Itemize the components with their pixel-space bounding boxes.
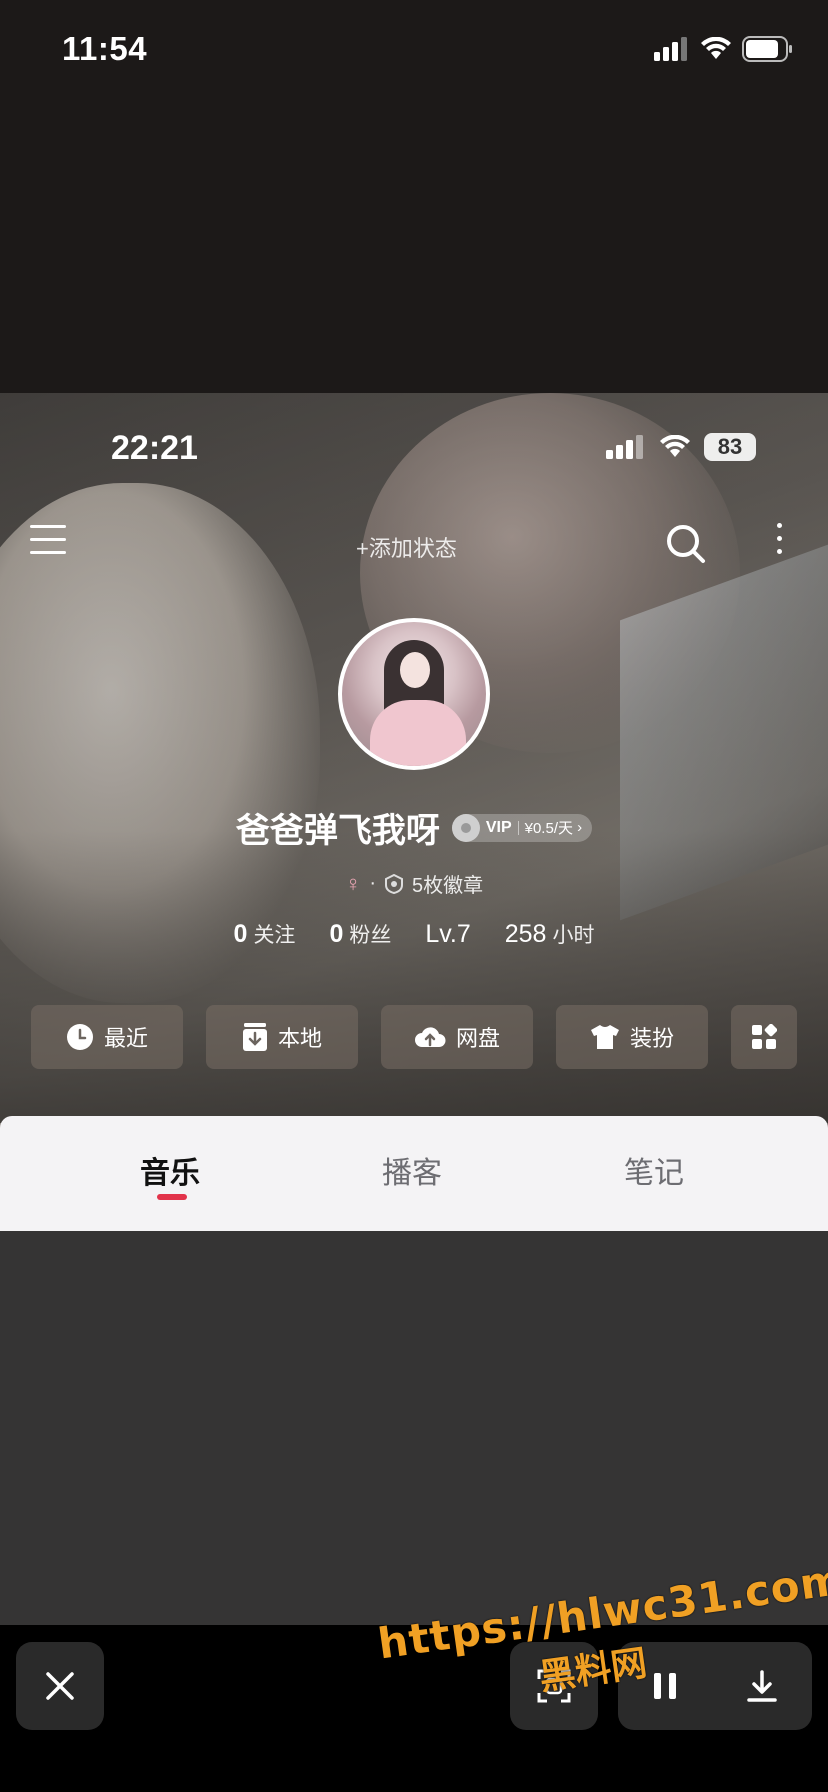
signal-icon [654, 37, 687, 61]
wifi-icon [701, 37, 731, 59]
tab-podcast[interactable]: 播客 [382, 1148, 442, 1192]
outer-clock: 11:54 [62, 30, 148, 67]
active-tab-indicator [157, 1194, 187, 1200]
quick-actions: 最近 本地 网盘 装扮 [31, 1005, 797, 1069]
search-icon[interactable] [665, 523, 707, 565]
cloud-drive-button[interactable]: 网盘 [381, 1005, 533, 1069]
outer-status-bar: 11:54 [0, 0, 828, 100]
inner-status-icons: 83 [606, 433, 756, 461]
signal-icon [606, 435, 643, 459]
stat-listen-hours[interactable]: 258 小时 [505, 919, 595, 949]
tab-notes[interactable]: 笔记 [624, 1148, 684, 1192]
recent-button[interactable]: 最近 [31, 1005, 183, 1069]
battery-indicator: 83 [704, 433, 756, 461]
chevron-right-icon: › [573, 819, 583, 836]
more-apps-button[interactable] [731, 1005, 797, 1069]
stat-level[interactable]: Lv.7 [425, 920, 470, 949]
female-icon: ♀ [344, 870, 362, 896]
dress-up-button[interactable]: 装扮 [556, 1005, 708, 1069]
avatar[interactable] [338, 618, 490, 770]
battery-icon [742, 36, 792, 62]
vip-price: ¥0.5/天 [524, 820, 573, 837]
stat-fans[interactable]: 0 粉丝 [329, 919, 391, 949]
tab-music[interactable]: 音乐 [140, 1148, 200, 1192]
tshirt-icon [590, 1025, 619, 1049]
close-button[interactable] [16, 1642, 104, 1730]
meta-separator: · [369, 872, 377, 894]
cloud-upload-icon [414, 1027, 446, 1047]
more-options-icon[interactable] [774, 523, 784, 563]
vip-badge[interactable]: VIP ¥0.5/天 › [451, 813, 593, 842]
vip-label: VIP [485, 818, 512, 836]
local-button[interactable]: 本地 [206, 1005, 358, 1069]
grid-icon [752, 1024, 777, 1049]
content-area [0, 1231, 828, 1625]
stat-following[interactable]: 0 关注 [234, 919, 296, 949]
profile-meta: ♀ · 5枚徽章 [0, 869, 828, 898]
clock-icon [66, 1024, 93, 1050]
badge-icon [385, 873, 404, 894]
menu-icon[interactable] [30, 525, 66, 555]
close-icon [46, 1672, 74, 1700]
add-status-button[interactable]: +添加状态 [356, 531, 457, 563]
download-box-icon [242, 1023, 267, 1051]
badges-link[interactable]: 5枚徽章 [412, 869, 483, 898]
inner-clock: 22:21 [111, 429, 198, 467]
username: 爸爸弹飞我呀 [235, 812, 440, 850]
download-icon[interactable] [745, 1669, 779, 1703]
stats-row: 0 关注 0 粉丝 Lv.7 258 小时 [0, 919, 828, 949]
app-screenshot: 22:21 83 +添加状态 爸爸弹飞我呀 VIP ¥0.5/天 › ♀ · 5… [0, 393, 828, 1625]
wifi-icon [660, 435, 690, 457]
user-name-row: 爸爸弹飞我呀 VIP ¥0.5/天 › [0, 803, 828, 852]
vinyl-icon [451, 813, 480, 842]
outer-status-icons [654, 36, 794, 62]
content-tabs: 音乐 播客 笔记 [0, 1116, 828, 1231]
